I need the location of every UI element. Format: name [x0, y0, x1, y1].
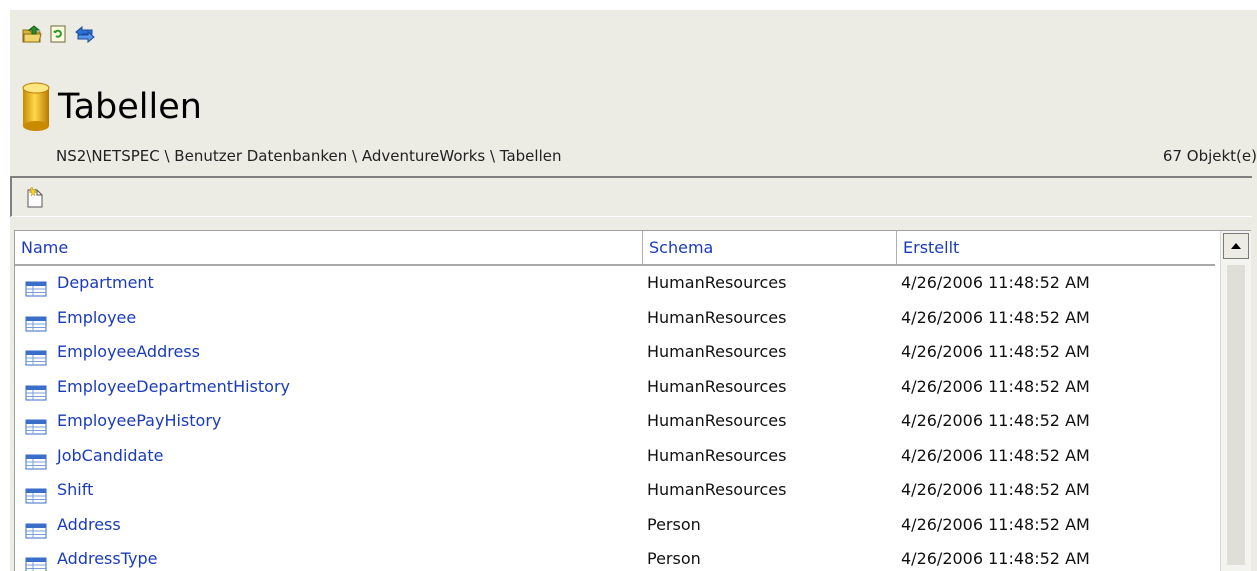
column-header-name[interactable]: Name: [15, 231, 643, 264]
table-icon: [25, 344, 47, 366]
row-name-cell[interactable]: Employee: [25, 301, 136, 335]
row-created-cell: 4/26/2006 11:48:52 AM: [901, 445, 1090, 465]
row-name-label[interactable]: Address: [57, 508, 121, 542]
row-schema-cell: HumanResources: [647, 376, 787, 396]
row-created-cell: 4/26/2006 11:48:52 AM: [901, 273, 1090, 292]
row-name-cell[interactable]: Shift: [25, 473, 93, 507]
row-schema-cell: HumanResources: [647, 445, 787, 465]
scroll-up-button[interactable]: [1223, 233, 1249, 259]
table-row[interactable]: JobCandidate HumanResources 4/26/2006 11:4…: [15, 439, 1215, 473]
row-schema-cell: HumanResources: [647, 307, 787, 327]
table-icon: [25, 379, 47, 400]
row-name-cell[interactable]: JobCandidate: [25, 439, 163, 473]
database-icon: [22, 82, 50, 132]
list-header: Name Schema Erstellt: [15, 231, 1215, 266]
row-name-label[interactable]: JobCandidate: [57, 439, 163, 473]
table-row[interactable]: Employee HumanResources 4/26/2006 11:48:52…: [15, 301, 1215, 335]
row-name-cell[interactable]: EmployeeDepartmentHistory: [25, 370, 290, 404]
column-header-created[interactable]: Erstellt: [897, 231, 1215, 264]
object-count: 67 Objekt(e): [1162, 147, 1257, 165]
row-created-cell: 4/26/2006 11:48:52 AM: [901, 307, 1090, 327]
row-name-label[interactable]: EmployeeDepartmentHistory: [57, 370, 290, 404]
table-row[interactable]: AddressType Person 4/26/2006 11:48:52 AM: [15, 542, 1215, 571]
refresh-icon[interactable]: [48, 24, 68, 44]
table-row[interactable]: Address Person 4/26/2006 11:48:52 AM: [15, 508, 1215, 542]
row-name-cell[interactable]: AddressType: [25, 542, 157, 571]
row-schema-cell: Person: [647, 514, 701, 534]
row-name-label[interactable]: EmployeeAddress: [57, 335, 200, 369]
row-name-cell[interactable]: Address: [25, 508, 121, 542]
row-created-cell: 4/26/2006 11:48:52 AM: [901, 480, 1090, 499]
tables-list: Name Schema Erstellt Department HumanReso…: [14, 230, 1251, 571]
summary-page: Tabellen NS2\NETSPEC \ Benutzer Datenban…: [10, 10, 1257, 571]
column-header-schema[interactable]: Schema: [643, 231, 897, 264]
table-icon: [25, 482, 47, 504]
row-schema-cell: Person: [647, 549, 701, 568]
row-created-cell: 4/26/2006 11:48:52 AM: [901, 342, 1090, 361]
table-icon: [25, 551, 47, 571]
table-row[interactable]: EmployeePayHistory HumanResources 4/26/200…: [15, 404, 1215, 438]
row-name-label[interactable]: AddressType: [57, 542, 157, 571]
row-created-cell: 4/26/2006 11:48:52 AM: [901, 376, 1090, 396]
row-name-cell[interactable]: EmployeePayHistory: [25, 404, 221, 438]
row-created-cell: 4/26/2006 11:48:52 AM: [901, 549, 1090, 568]
top-toolbar: [22, 20, 95, 48]
folder-up-icon[interactable]: [22, 24, 42, 44]
title-row: Tabellen: [22, 82, 202, 132]
table-row[interactable]: EmployeeAddress HumanResources 4/26/2006 1…: [15, 335, 1215, 369]
action-bar: [10, 176, 1252, 217]
table-row[interactable]: Department HumanResources 4/26/2006 11:48:…: [15, 266, 1215, 300]
table-icon: [25, 310, 47, 331]
breadcrumb: NS2\NETSPEC \ Benutzer Datenbanken \ Adv…: [56, 147, 562, 165]
row-schema-cell: HumanResources: [647, 411, 787, 430]
row-schema-cell: HumanResources: [647, 342, 787, 361]
row-created-cell: 4/26/2006 11:48:52 AM: [901, 514, 1090, 534]
row-created-cell: 4/26/2006 11:48:52 AM: [901, 411, 1090, 430]
sync-icon[interactable]: [74, 24, 95, 44]
row-name-label[interactable]: Shift: [57, 473, 93, 507]
table-icon: [25, 275, 47, 297]
row-schema-cell: HumanResources: [647, 480, 787, 499]
table-icon: [25, 448, 47, 469]
table-row[interactable]: EmployeeDepartmentHistory HumanResources 4…: [15, 370, 1215, 404]
page-title: Tabellen: [58, 87, 202, 127]
table-row[interactable]: Shift HumanResources 4/26/2006 11:48:52 AM: [15, 473, 1215, 507]
scroll-track[interactable]: [1227, 265, 1245, 565]
table-icon: [25, 413, 47, 435]
vertical-scrollbar[interactable]: [1220, 231, 1251, 571]
triangle-up-icon: [1231, 243, 1241, 249]
new-item-icon[interactable]: [26, 186, 44, 208]
row-schema-cell: HumanResources: [647, 273, 787, 292]
row-name-cell[interactable]: Department: [25, 266, 154, 300]
row-name-label[interactable]: Department: [57, 266, 154, 300]
table-icon: [25, 517, 47, 538]
row-name-cell[interactable]: EmployeeAddress: [25, 335, 200, 369]
row-name-label[interactable]: Employee: [57, 301, 136, 335]
row-name-label[interactable]: EmployeePayHistory: [57, 404, 221, 438]
